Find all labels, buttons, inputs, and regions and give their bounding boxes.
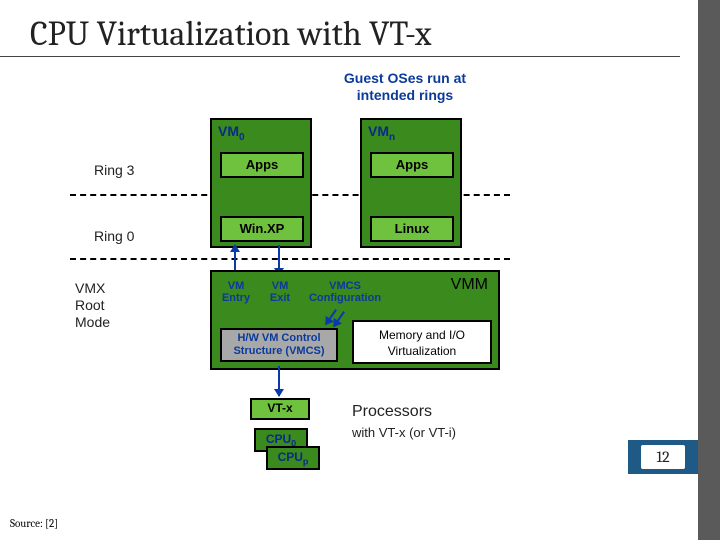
label-ring-3: Ring 3 [94,162,134,178]
label-vmcs-configuration: VMCS Configuration [305,280,385,304]
cpup-box: CPUp [266,446,320,470]
page-number-badge: 12 [628,440,698,474]
vmn-os: Linux [370,216,454,242]
vm0-label: VM0 [212,120,310,146]
vmn-label: VMn [362,120,460,146]
page-number: 12 [641,445,685,469]
vm0-apps: Apps [220,152,304,178]
vm0-os: Win.XP [220,216,304,242]
label-ring-0: Ring 0 [94,228,134,244]
processors-label: Processors with VT-x (or VT-i) [352,402,456,444]
label-vm-exit: VM Exit [262,280,298,304]
memory-io-box: Memory and I/O Virtualization [352,320,492,364]
caption-guest-rings: Guest OSes run at intended rings [330,70,480,104]
ring-divider-2 [70,258,510,260]
label-vmx-root-mode: VMX Root Mode [75,280,135,330]
source-citation: Source: [2] [10,517,58,530]
vmcs-box: H/W VM Control Structure (VMCS) [220,328,338,362]
slide-right-stripe [698,0,720,540]
vtx-diagram: Guest OSes run at intended rings Ring 3 … [130,70,590,490]
label-vm-entry: VM Entry [216,280,256,304]
vmm-label: VMM [451,276,488,294]
vmn-apps: Apps [370,152,454,178]
slide-title: CPU Virtualization with VT-x [0,0,680,57]
arrow-vtx [278,366,280,396]
vtx-box: VT-x [250,398,310,420]
